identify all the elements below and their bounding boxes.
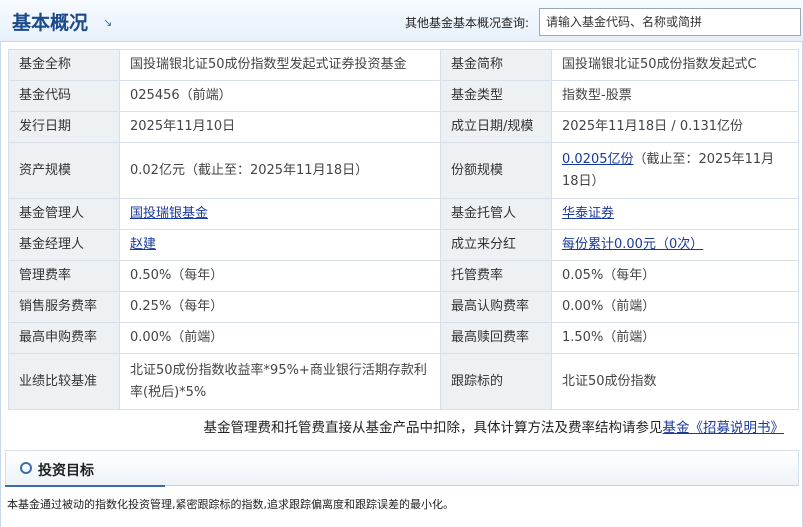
label-inception: 成立日期/规模: [440, 111, 552, 143]
value-fund-code: 025456（前端）: [119, 80, 441, 112]
value-fund-type: 指数型-股票: [551, 80, 799, 112]
value-asset-size: 0.02亿元（截止至：2025年11月18日）: [119, 142, 441, 199]
label-asset-size: 资产规模: [8, 142, 120, 199]
search-label: 其他基金基本概况查询:: [405, 16, 530, 30]
value-short-name: 国投瑞银北证50成份指数发起式C: [551, 49, 799, 81]
fund-search-input[interactable]: [539, 8, 801, 36]
table-row: 资产规模 0.02亿元（截止至：2025年11月18日） 份额规模 0.0205…: [8, 142, 799, 199]
value-share-size: 0.0205亿份（截止至：2025年11月18日）: [551, 142, 799, 199]
label-custody-fee: 托管费率: [440, 260, 552, 292]
value-purchase-fee: 0.00%（前端）: [119, 322, 441, 354]
value-sales-service-fee: 0.25%（每年）: [119, 291, 441, 323]
label-issue-date: 发行日期: [8, 111, 120, 143]
value-management-fee: 0.50%（每年）: [119, 260, 441, 292]
value-inception: 2025年11月18日 / 0.131亿份: [551, 111, 799, 143]
value-manager-company: 国投瑞银基金: [119, 198, 441, 230]
table-row: 基金代码 025456（前端） 基金类型 指数型-股票: [8, 80, 799, 112]
label-purchase-fee: 最高申购费率: [8, 322, 120, 354]
fee-note-text: 基金管理费和托管费直接从基金产品中扣除，具体计算方法及费率结构请参见: [203, 420, 663, 436]
value-tracking-index: 北证50成份指数: [551, 353, 799, 410]
value-issue-date: 2025年11月10日: [119, 111, 441, 143]
section-underline: [5, 485, 165, 487]
table-row: 基金经理人 赵建 成立来分红 每份累计0.00元（0次）: [8, 229, 799, 261]
value-redemption-fee: 1.50%（前端）: [551, 322, 799, 354]
label-sales-service-fee: 销售服务费率: [8, 291, 120, 323]
prospectus-link[interactable]: 基金《招募说明书》: [663, 420, 785, 436]
share-size-link[interactable]: 0.0205亿份: [562, 152, 634, 167]
label-custodian: 基金托管人: [440, 198, 552, 230]
label-subscription-fee: 最高认购费率: [440, 291, 552, 323]
label-fund-manager: 基金经理人: [8, 229, 120, 261]
label-management-fee: 管理费率: [8, 260, 120, 292]
table-row: 基金全称 国投瑞银北证50成份指数型发起式证券投资基金 基金简称 国投瑞银北证5…: [8, 49, 799, 81]
dividend-link[interactable]: 每份累计0.00元（0次）: [562, 237, 703, 252]
table-row: 业绩比较基准 北证50成份指数收益率*95%+商业银行活期存款利率(税后)*5%…: [8, 353, 799, 410]
fee-note: 基金管理费和托管费直接从基金产品中扣除，具体计算方法及费率结构请参见基金《招募说…: [204, 416, 785, 436]
label-fund-code: 基金代码: [8, 80, 120, 112]
content-panel: 基金全称 国投瑞银北证50成份指数型发起式证券投资基金 基金简称 国投瑞银北证5…: [0, 42, 803, 527]
label-short-name: 基金简称: [440, 49, 552, 81]
value-custody-fee: 0.05%（每年）: [551, 260, 799, 292]
label-full-name: 基金全称: [8, 49, 120, 81]
value-subscription-fee: 0.00%（前端）: [551, 291, 799, 323]
label-redemption-fee: 最高赎回费率: [440, 322, 552, 354]
table-row: 发行日期 2025年11月10日 成立日期/规模 2025年11月18日 / 0…: [8, 111, 799, 143]
label-fund-type: 基金类型: [440, 80, 552, 112]
objective-section-header: 投资目标: [5, 450, 799, 486]
value-benchmark: 北证50成份指数收益率*95%+商业银行活期存款利率(税后)*5%: [119, 353, 441, 410]
value-custodian: 华泰证券: [551, 198, 799, 230]
value-fund-manager: 赵建: [119, 229, 441, 261]
circle-bullet-icon: [20, 462, 32, 474]
page-title: 基本概况: [12, 12, 89, 34]
objective-text: 本基金通过被动的指数化投资管理,紧密跟踪标的指数,追求跟踪偏离度和跟踪误差的最小…: [7, 498, 454, 511]
page-header: 基本概况 ↘ 其他基金基本概况查询:: [0, 0, 803, 42]
table-row: 销售服务费率 0.25%（每年） 最高认购费率 0.00%（前端）: [8, 291, 799, 323]
manager-company-link[interactable]: 国投瑞银基金: [130, 206, 208, 221]
value-dividend: 每份累计0.00元（0次）: [551, 229, 799, 261]
label-dividend: 成立来分红: [440, 229, 552, 261]
label-benchmark: 业绩比较基准: [8, 353, 120, 410]
label-manager-company: 基金管理人: [8, 198, 120, 230]
arrow-down-right-icon[interactable]: ↘: [103, 16, 112, 29]
fund-info-table: 基金全称 国投瑞银北证50成份指数型发起式证券投资基金 基金简称 国投瑞银北证5…: [8, 49, 799, 410]
value-full-name: 国投瑞银北证50成份指数型发起式证券投资基金: [119, 49, 441, 81]
label-tracking-index: 跟踪标的: [440, 353, 552, 410]
custodian-link[interactable]: 华泰证券: [562, 206, 614, 221]
table-row: 基金管理人 国投瑞银基金 基金托管人 华泰证券: [8, 198, 799, 230]
label-share-size: 份额规模: [440, 142, 552, 199]
table-row: 管理费率 0.50%（每年） 托管费率 0.05%（每年）: [8, 260, 799, 292]
table-row: 最高申购费率 0.00%（前端） 最高赎回费率 1.50%（前端）: [8, 322, 799, 354]
objective-title: 投资目标: [38, 463, 94, 479]
fund-manager-link[interactable]: 赵建: [130, 237, 156, 252]
